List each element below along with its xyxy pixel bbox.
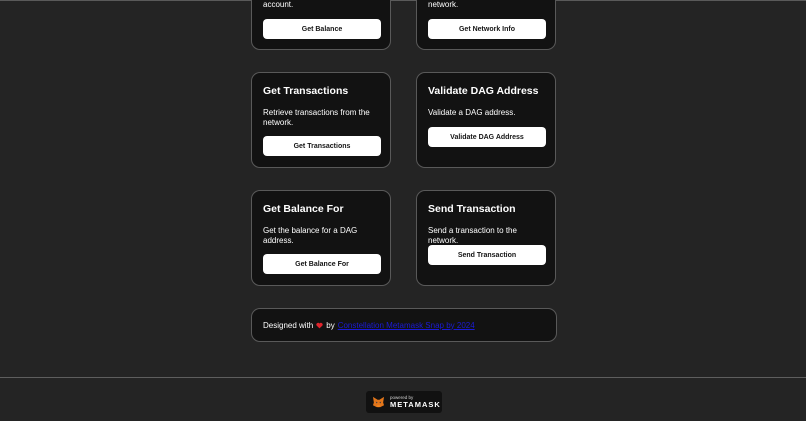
card-description: network. [428, 0, 459, 9]
metamask-wordmark: METAMASK [390, 400, 441, 409]
card-title: Validate DAG Address [428, 85, 539, 97]
footer-divider [0, 377, 806, 378]
card-description: Retrieve transactions from the network. [263, 108, 370, 127]
validate-dag-address-button[interactable]: Validate DAG Address [428, 127, 546, 147]
get-transactions-card: Get Transactions Retrieve transactions f… [251, 72, 391, 168]
validate-dag-address-card: Validate DAG Address Validate a DAG addr… [416, 72, 556, 168]
top-border [0, 0, 806, 1]
footer-prefix: Designed with [263, 320, 314, 330]
get-balance-for-button[interactable]: Get Balance For [263, 254, 381, 274]
card-description: account. [263, 0, 294, 9]
send-transaction-button[interactable]: Send Transaction [428, 245, 546, 265]
card-description: Get the balance for a DAG address. [263, 226, 358, 245]
footer-by: by [326, 320, 335, 330]
get-balance-card: account. Get Balance [251, 0, 391, 50]
card-title: Send Transaction [428, 203, 516, 215]
powered-by-metamask-badge[interactable]: powered by METAMASK [366, 391, 442, 413]
heart-icon [316, 322, 323, 328]
footer-link[interactable]: Constellation Metamask Snap by 2024 [338, 321, 475, 330]
get-transactions-button[interactable]: Get Transactions [263, 136, 381, 156]
get-network-info-button[interactable]: Get Network Info [428, 19, 546, 39]
send-transaction-card: Send Transaction Send a transaction to t… [416, 190, 556, 286]
get-balance-button[interactable]: Get Balance [263, 19, 381, 39]
get-network-info-card: network. Get Network Info [416, 0, 556, 50]
card-title: Get Transactions [263, 85, 349, 97]
get-balance-for-card: Get Balance For Get the balance for a DA… [251, 190, 391, 286]
metamask-fox-icon [372, 396, 385, 408]
card-description: Validate a DAG address. [428, 108, 516, 117]
footer-credit: Designed with by Constellation Metamask … [251, 308, 557, 342]
card-description: Send a transaction to the network. [428, 226, 517, 245]
card-title: Get Balance For [263, 203, 344, 215]
